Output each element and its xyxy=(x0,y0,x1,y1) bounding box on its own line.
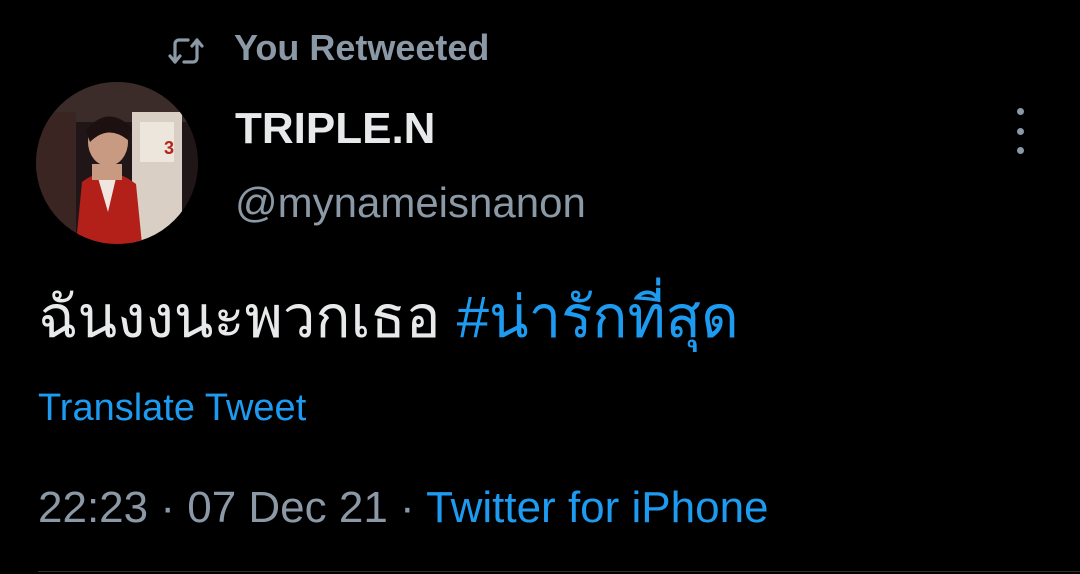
tweet-metadata: 22:23 · 07 Dec 21 · Twitter for iPhone xyxy=(38,480,769,536)
tweet-body: ฉันงงนะพวกเธอ xyxy=(38,285,441,350)
more-options-button[interactable] xyxy=(1000,108,1040,154)
author-display-name[interactable]: TRIPLE.N xyxy=(235,100,435,158)
retweet-icon xyxy=(168,33,204,64)
retweet-label: You Retweeted xyxy=(234,27,490,68)
tweet-source-link[interactable]: Twitter for iPhone xyxy=(426,483,768,532)
retweet-context: You Retweeted xyxy=(168,26,489,70)
meta-separator: · xyxy=(400,483,415,532)
hashtag-link[interactable]: #น่ารักที่สุด xyxy=(457,285,739,350)
svg-text:3: 3 xyxy=(164,138,174,158)
more-vertical-icon-dot xyxy=(1016,127,1024,135)
more-vertical-icon-dot xyxy=(1016,147,1024,154)
translate-tweet-link[interactable]: Translate Tweet xyxy=(38,384,306,432)
tweet-time[interactable]: 22:23 xyxy=(38,483,148,532)
author-handle[interactable]: @mynameisnanon xyxy=(235,174,586,232)
divider xyxy=(38,571,1080,572)
tweet-date[interactable]: 07 Dec 21 xyxy=(187,483,388,532)
avatar[interactable]: 3 xyxy=(36,82,198,244)
tweet-text: ฉันงงนะพวกเธอ #น่ารักที่สุด xyxy=(38,278,739,358)
meta-separator: · xyxy=(160,483,175,532)
more-vertical-icon xyxy=(1016,108,1024,115)
